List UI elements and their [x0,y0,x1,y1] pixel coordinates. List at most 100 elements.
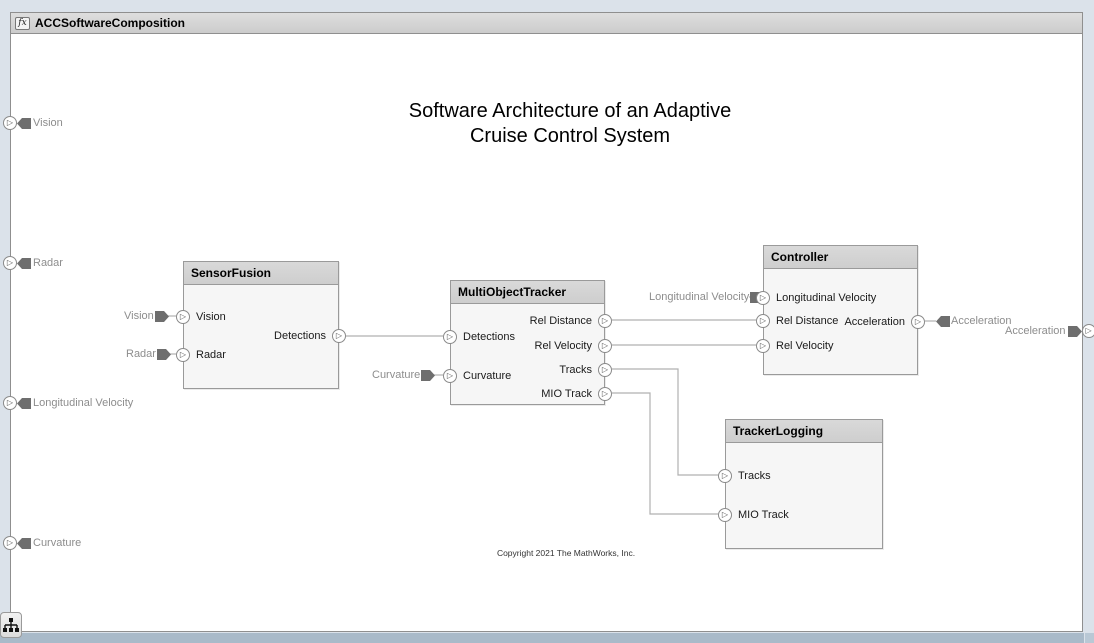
input-port-icon: ▷ [443,369,457,383]
port-label: MIO Track [541,388,592,400]
input-port-icon: ▷ [3,256,17,270]
tag-label: Curvature [372,369,420,381]
component-header[interactable]: Controller [764,246,917,269]
model-title: ACCSoftwareComposition [35,16,185,30]
tag-label: Acceleration [951,315,1012,327]
input-port-icon: ▷ [3,396,17,410]
architecture-canvas: fx ACCSoftwareComposition Software Archi… [0,0,1094,643]
port-label: Detections [274,330,326,342]
port-label: Radar [196,349,226,361]
port-out-rel-distance[interactable]: ▷ Rel Distance [530,313,612,328]
port-in-rel-distance[interactable]: ▷ Rel Distance [756,313,838,328]
frame-port-label: Acceleration [1005,325,1066,337]
port-label: Rel Velocity [776,340,833,352]
copyright-text: Copyright 2021 The MathWorks, Inc. [366,548,766,558]
output-port-icon: ▷ [598,314,612,328]
diagram-title-line2: Cruise Control System [330,124,810,149]
port-in-longitudinal-velocity[interactable]: ▷ Longitudinal Velocity [756,290,876,305]
port-label: Curvature [463,370,511,382]
diagram-title: Software Architecture of an Adaptive Cru… [330,99,810,149]
frame-output-port-acceleration[interactable]: Acceleration ▷ [1003,323,1094,339]
port-out-acceleration[interactable]: ▷ Acceleration [844,314,925,329]
port-in-curvature[interactable]: ▷ Curvature [443,368,511,383]
tag-label: Longitudinal Velocity [649,291,749,303]
port-in-mio-track[interactable]: ▷ MIO Track [718,507,789,522]
signal-tag-acceleration[interactable]: Acceleration [936,315,1013,327]
tag-label: Vision [124,310,154,322]
frame-input-port-vision[interactable]: ▷ Vision [3,115,65,131]
signal-tag-longitudinal-velocity[interactable]: Longitudinal Velocity [648,291,764,303]
signal-tag-icon [155,311,169,322]
signal-tag-icon [1068,326,1082,337]
signal-tag-icon [157,349,171,360]
input-port-icon: ▷ [176,310,190,324]
fx-icon: fx [15,17,30,30]
port-out-detections[interactable]: ▷ Detections [274,328,346,343]
port-in-radar[interactable]: ▷ Radar [176,347,226,362]
input-port-icon: ▷ [3,536,17,550]
output-port-icon: ▷ [598,339,612,353]
signal-tag-icon [17,398,31,409]
frame-input-port-longitudinal-velocity[interactable]: ▷ Longitudinal Velocity [3,395,135,411]
component-title: MultiObjectTracker [458,285,566,299]
port-label: Rel Distance [530,315,592,327]
frame-port-label: Radar [33,257,63,269]
output-port-icon: ▷ [598,387,612,401]
component-header[interactable]: MultiObjectTracker [451,281,604,304]
component-header[interactable]: TrackerLogging [726,420,882,443]
hierarchy-icon [3,617,19,633]
port-label: Vision [196,311,226,323]
input-port-icon: ▷ [443,330,457,344]
component-title: Controller [771,250,828,264]
port-label: Tracks [738,470,771,482]
port-label: Longitudinal Velocity [776,292,876,304]
output-port-icon: ▷ [1082,324,1094,338]
port-in-vision[interactable]: ▷ Vision [176,309,226,324]
signal-tag-icon [17,538,31,549]
port-in-rel-velocity[interactable]: ▷ Rel Velocity [756,338,833,353]
horizontal-scrollbar[interactable] [0,633,1084,643]
output-port-icon: ▷ [598,363,612,377]
frame-port-label: Vision [33,117,63,129]
port-in-detections[interactable]: ▷ Detections [443,329,515,344]
hierarchy-navigate-button[interactable] [0,612,22,638]
component-trackerlogging[interactable]: TrackerLogging ▷ Tracks ▷ MIO Track [725,419,883,549]
component-controller[interactable]: Controller ▷ Longitudinal Velocity ▷ Rel… [763,245,918,375]
model-titlebar: fx ACCSoftwareComposition [11,13,1082,34]
component-title: TrackerLogging [733,424,823,438]
port-out-rel-velocity[interactable]: ▷ Rel Velocity [535,338,612,353]
input-port-icon: ▷ [756,291,770,305]
input-port-icon: ▷ [756,314,770,328]
port-out-mio-track[interactable]: ▷ MIO Track [541,386,612,401]
port-in-tracks[interactable]: ▷ Tracks [718,468,771,483]
signal-tag-icon [17,118,31,129]
port-label: Acceleration [844,316,905,328]
input-port-icon: ▷ [756,339,770,353]
signal-tag-icon [936,316,950,327]
port-label: Detections [463,331,515,343]
signal-tag-radar[interactable]: Radar [125,348,171,360]
component-title: SensorFusion [191,266,271,280]
port-label: Rel Velocity [535,340,592,352]
frame-input-port-radar[interactable]: ▷ Radar [3,255,65,271]
component-sensorfusion[interactable]: SensorFusion ▷ Vision ▷ Radar ▷ Detectio… [183,261,339,389]
port-label: MIO Track [738,509,789,521]
signal-tag-vision[interactable]: Vision [123,310,169,322]
output-port-icon: ▷ [911,315,925,329]
input-port-icon: ▷ [3,116,17,130]
input-port-icon: ▷ [718,508,732,522]
component-header[interactable]: SensorFusion [184,262,338,285]
port-out-tracks[interactable]: ▷ Tracks [559,362,612,377]
component-multiobjecttracker[interactable]: MultiObjectTracker ▷ Detections ▷ Curvat… [450,280,605,405]
signal-tag-curvature[interactable]: Curvature [371,369,435,381]
signal-tag-icon [421,370,435,381]
frame-port-label: Curvature [33,537,81,549]
input-port-icon: ▷ [718,469,732,483]
frame-port-label: Longitudinal Velocity [33,397,133,409]
port-label: Tracks [559,364,592,376]
frame-input-port-curvature[interactable]: ▷ Curvature [3,535,83,551]
diagram-title-line1: Software Architecture of an Adaptive [330,99,810,124]
output-port-icon: ▷ [332,329,346,343]
horizontal-scrollbar-end [1085,633,1094,643]
input-port-icon: ▷ [176,348,190,362]
